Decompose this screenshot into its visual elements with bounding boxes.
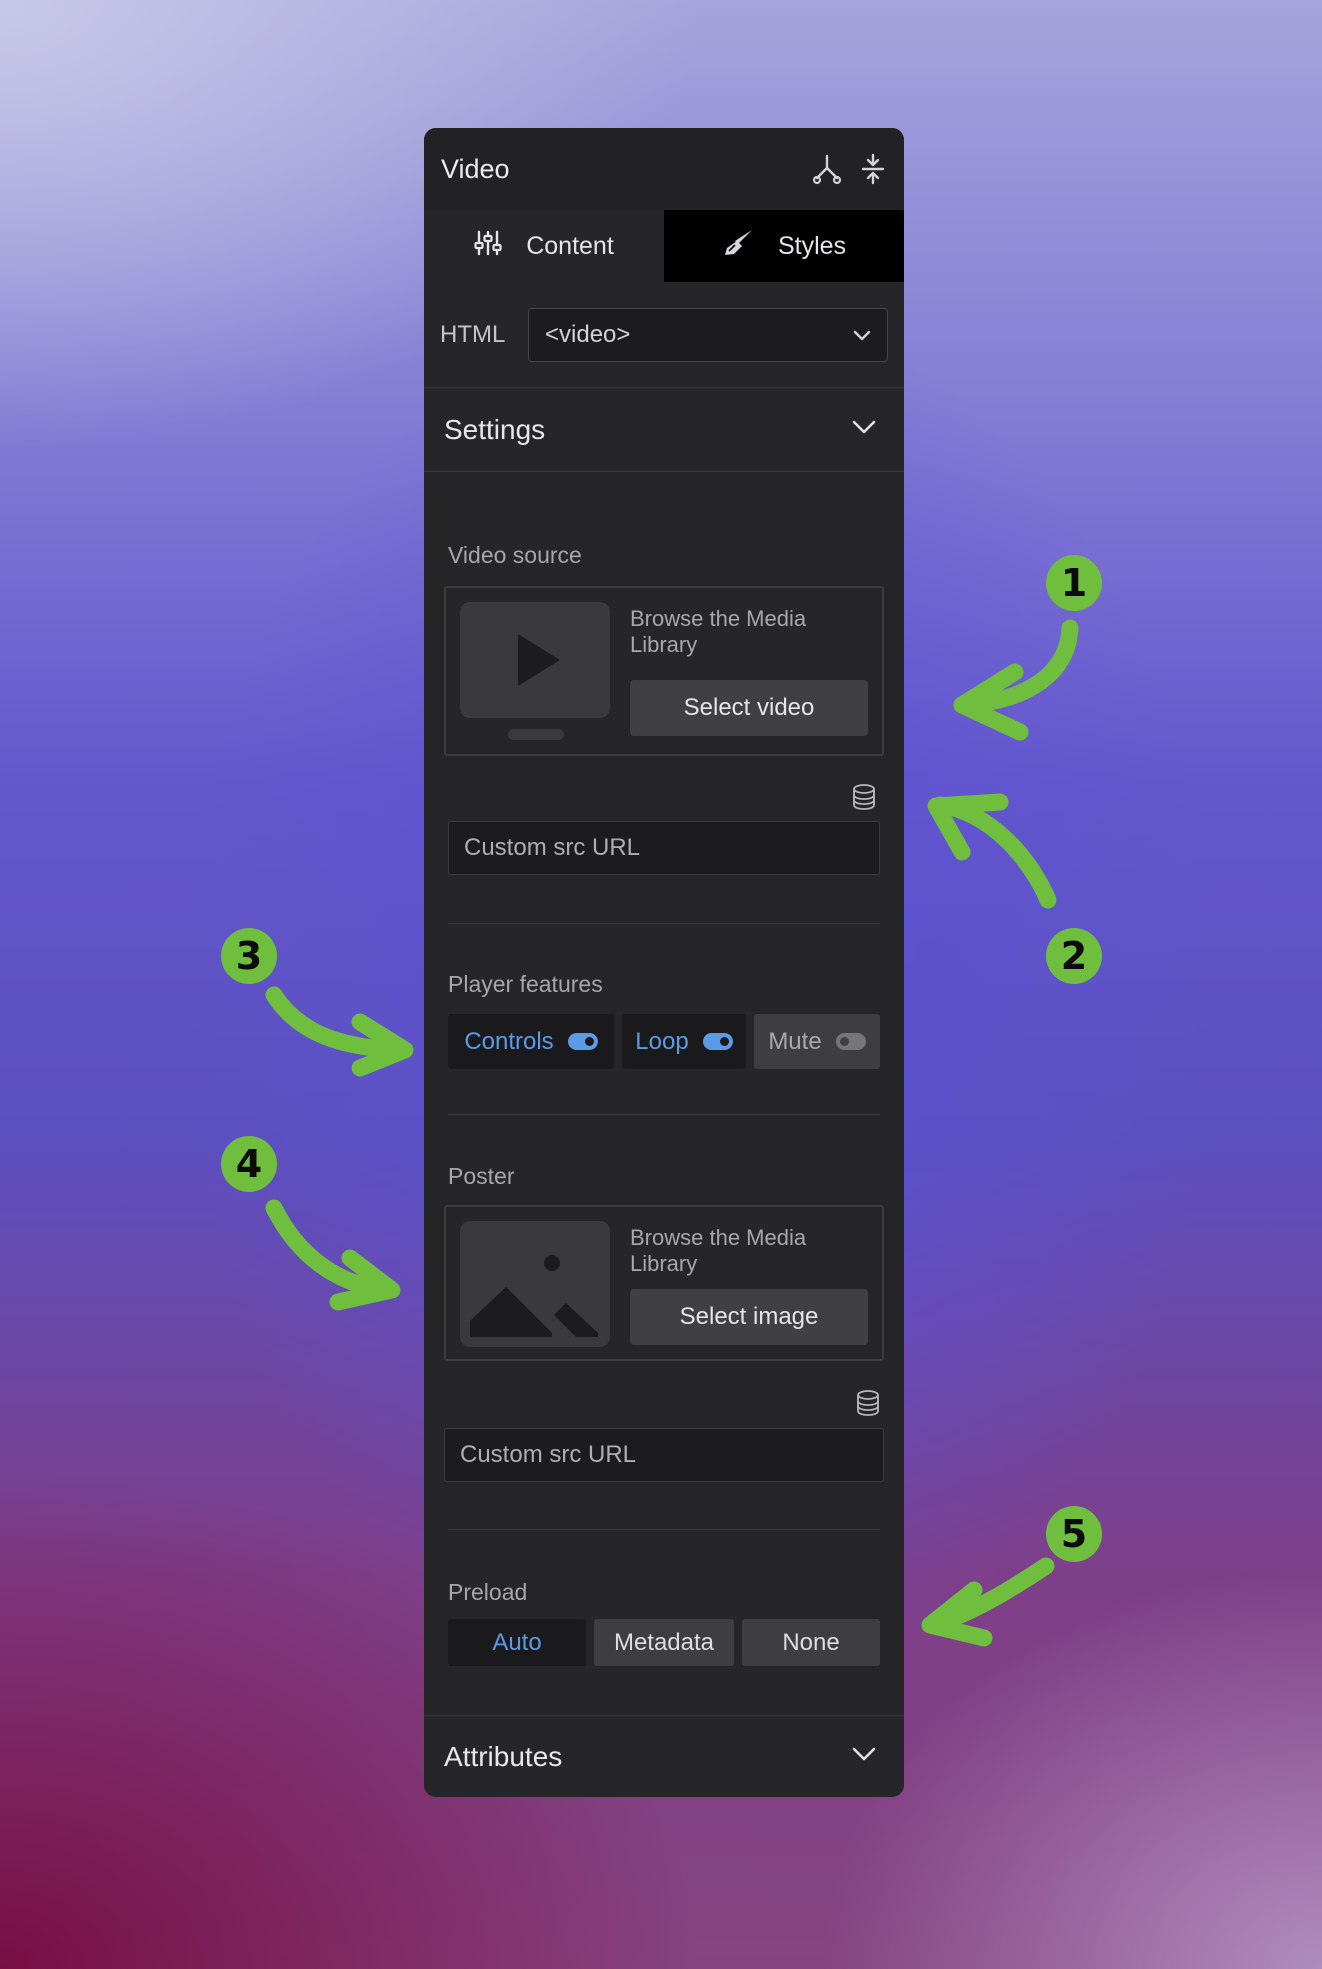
annotation-badge-2: 2 [1046, 928, 1102, 984]
annotation-badge-4: 4 [221, 1136, 277, 1192]
annotation-badge-1: 1 [1046, 555, 1102, 611]
annotation-badge-5: 5 [1046, 1506, 1102, 1562]
annotation-badge-3: 3 [221, 928, 277, 984]
annotation-arrows [265, 619, 1079, 1647]
